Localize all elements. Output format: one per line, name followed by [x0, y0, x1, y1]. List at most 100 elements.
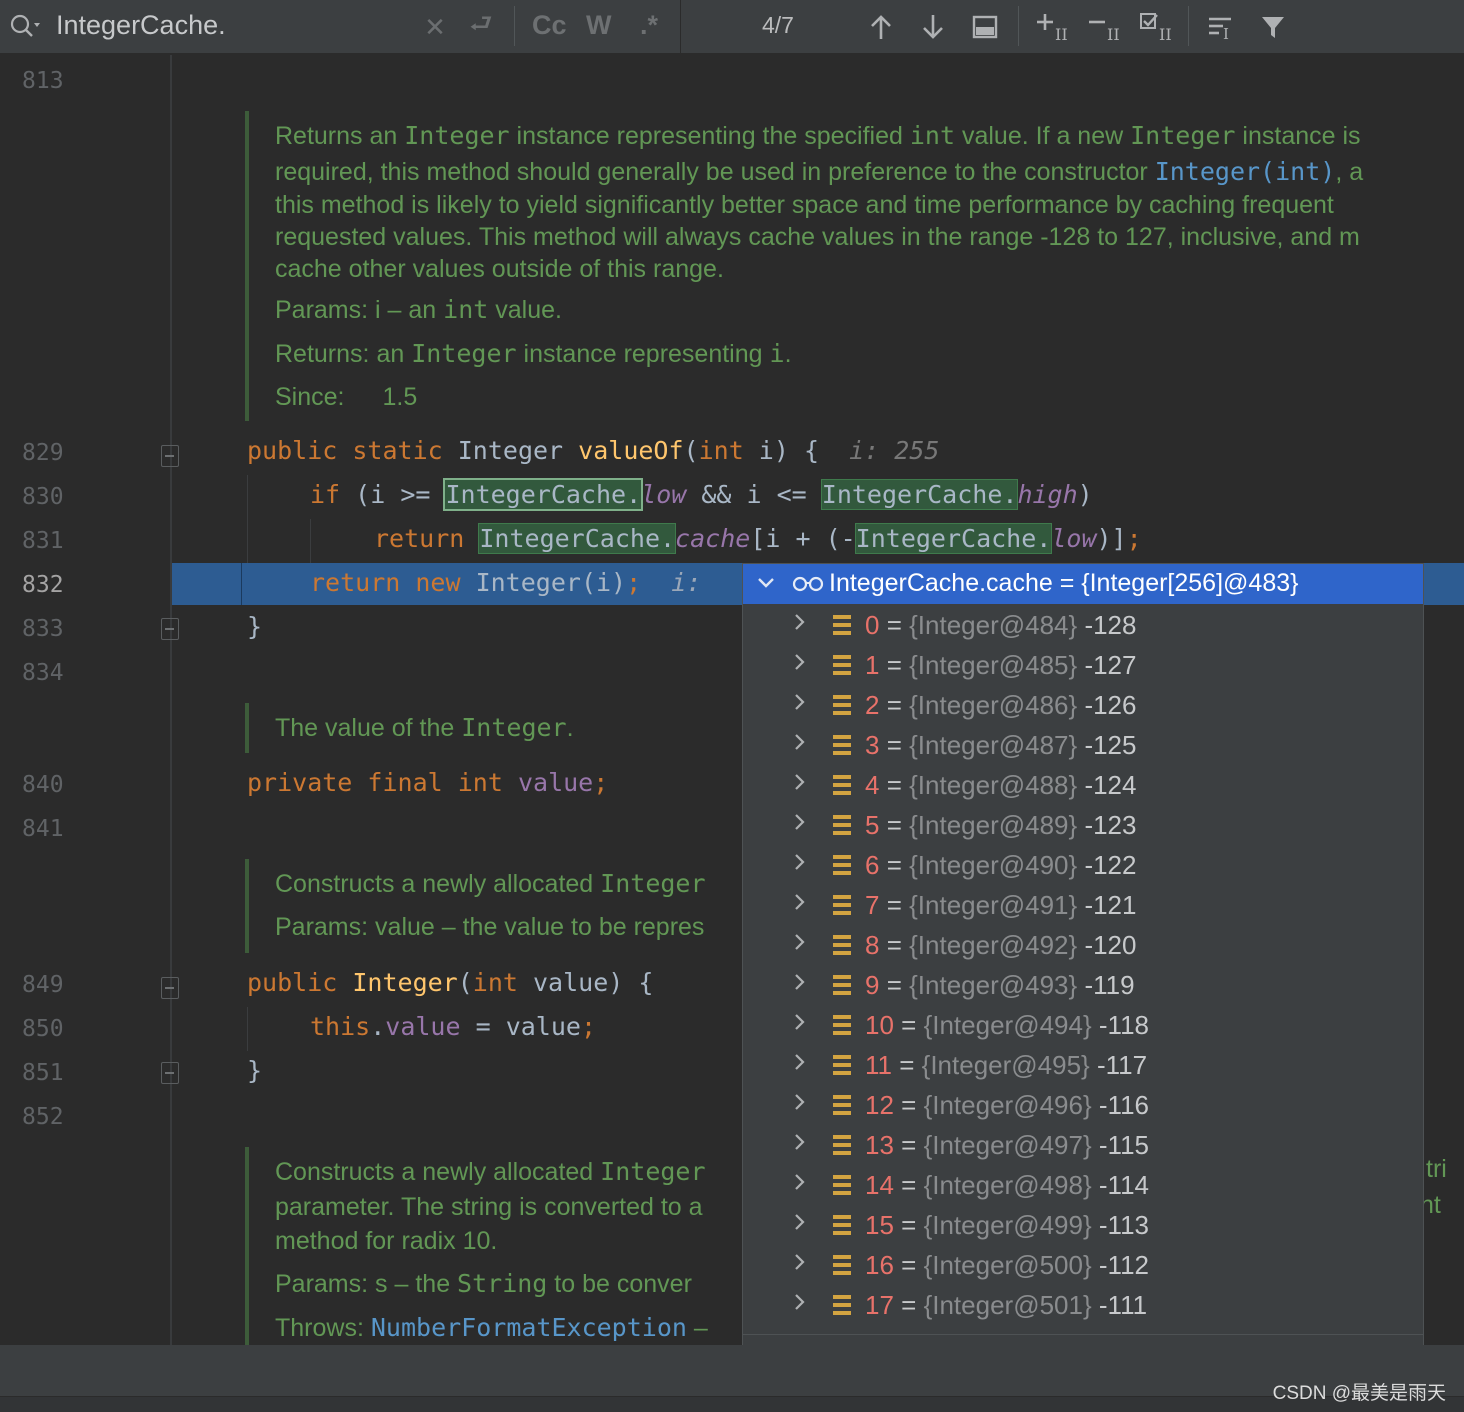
clear-icon[interactable]: ✕ — [416, 8, 454, 46]
variable-value: -121 — [1084, 890, 1137, 920]
variable-row[interactable]: 9 = {Integer@493} -119 — [743, 966, 1423, 1006]
code-line-850[interactable]: this.value = value; — [310, 1012, 596, 1041]
array-icon — [833, 1095, 851, 1115]
array-icon — [833, 615, 851, 635]
popup-header-row[interactable]: IntegerCache.cache = {Integer[256]@483} — [743, 564, 1423, 604]
variable-index: 3 — [865, 730, 880, 760]
variable-value: -124 — [1084, 770, 1137, 800]
words-toggle[interactable]: W — [586, 10, 611, 41]
line-number: 850 — [22, 1016, 64, 1042]
code-line-832[interactable]: return new Integer(i); i: — [310, 568, 701, 597]
variable-reference: {Integer@497} — [923, 1130, 1092, 1160]
next-occurrence-icon[interactable] — [914, 8, 952, 46]
array-icon — [833, 1015, 851, 1035]
variable-value: -118 — [1098, 1010, 1149, 1040]
javadoc-link[interactable]: NumberFormatException — [371, 1313, 687, 1342]
array-icon — [833, 775, 851, 795]
search-input[interactable]: IntegerCache. — [56, 10, 226, 41]
variable-text: 3 = {Integer@487} -125 — [865, 730, 1137, 760]
filter-icon[interactable] — [1254, 8, 1292, 46]
code-line-840[interactable]: private final int value; — [247, 768, 608, 797]
filter-settings-icon[interactable]: I — [1202, 8, 1240, 46]
variable-row[interactable]: 8 = {Integer@492} -120 — [743, 926, 1423, 966]
variable-row[interactable]: 15 = {Integer@499} -113 — [743, 1206, 1423, 1246]
expand-chevron-icon[interactable] — [793, 610, 807, 640]
variable-value: -125 — [1084, 730, 1137, 760]
expand-chevron-icon[interactable] — [793, 890, 807, 920]
line-number-current: 832 — [22, 572, 64, 598]
expand-chevron-icon[interactable] — [793, 730, 807, 760]
variable-row[interactable]: 7 = {Integer@491} -121 — [743, 886, 1423, 926]
code-line-831[interactable]: return IntegerCache.cache[i + (-IntegerC… — [374, 523, 1142, 554]
variable-row[interactable]: 13 = {Integer@497} -115 — [743, 1126, 1423, 1166]
variable-index: 8 — [865, 930, 880, 960]
code-line-849[interactable]: public Integer(int value) { — [247, 968, 653, 997]
variable-row[interactable]: 10 = {Integer@494} -118 — [743, 1006, 1423, 1046]
javadoc-line: method for radix 10. — [275, 1227, 498, 1255]
expand-chevron-icon[interactable] — [793, 1090, 807, 1120]
select-all-occurrences-icon[interactable]: II — [1138, 8, 1176, 46]
expand-chevron-icon[interactable] — [793, 970, 807, 1000]
popup-variable-list[interactable]: 0 = {Integer@484} -128 1 = {Integer@485} … — [743, 604, 1423, 1334]
inline-debug-value: i: — [671, 568, 702, 597]
inline-debug-value: i: 255 — [849, 436, 940, 465]
variable-row[interactable]: 6 = {Integer@490} -122 — [743, 846, 1423, 886]
add-selection-icon[interactable]: II — [1034, 8, 1072, 46]
variable-reference: {Integer@495} — [921, 1050, 1090, 1080]
code-line-829[interactable]: public static Integer valueOf(int i) { i… — [247, 436, 939, 465]
variable-row[interactable]: 2 = {Integer@486} -126 — [743, 686, 1423, 726]
array-icon — [833, 975, 851, 995]
javadoc-link[interactable]: Integer(int) — [1155, 157, 1336, 186]
variable-row[interactable]: 12 = {Integer@496} -116 — [743, 1086, 1423, 1126]
match-case-toggle[interactable]: Cc — [532, 10, 567, 41]
expand-chevron-icon[interactable] — [793, 650, 807, 680]
variable-index: 11 — [865, 1050, 892, 1080]
variable-row[interactable]: 14 = {Integer@498} -114 — [743, 1166, 1423, 1206]
collapse-chevron-icon[interactable] — [757, 570, 775, 602]
variable-row[interactable]: 17 = {Integer@501} -111 — [743, 1286, 1423, 1326]
code-line-851[interactable]: } — [247, 1056, 262, 1085]
regex-toggle[interactable]: .* — [640, 10, 658, 41]
variable-row[interactable]: 1 = {Integer@485} -127 — [743, 646, 1423, 686]
expand-chevron-icon[interactable] — [793, 690, 807, 720]
variable-index: 1 — [865, 650, 880, 680]
expand-chevron-icon[interactable] — [793, 930, 807, 960]
fold-marker-icon[interactable] — [161, 1062, 179, 1084]
line-number: 831 — [22, 528, 64, 554]
previous-occurrence-icon[interactable] — [862, 8, 900, 46]
expand-chevron-icon[interactable] — [793, 1130, 807, 1160]
variable-row[interactable]: 3 = {Integer@487} -125 — [743, 726, 1423, 766]
expand-chevron-icon[interactable] — [793, 770, 807, 800]
variable-row[interactable]: 4 = {Integer@488} -124 — [743, 766, 1423, 806]
code-line-830[interactable]: if (i >= IntegerCache.low && i <= Intege… — [310, 478, 1093, 511]
variable-index: 13 — [865, 1130, 894, 1160]
newline-icon[interactable]: ⮐ — [462, 8, 500, 46]
variable-row[interactable]: 5 = {Integer@489} -123 — [743, 806, 1423, 846]
fold-marker-icon[interactable] — [161, 618, 179, 640]
fold-marker-icon[interactable] — [161, 977, 179, 999]
javadoc-params: Params: s – the String to be conver — [275, 1269, 692, 1298]
expand-chevron-icon[interactable] — [793, 1170, 807, 1200]
remove-selection-icon[interactable]: II — [1086, 8, 1124, 46]
line-number: 841 — [22, 816, 64, 842]
expand-chevron-icon[interactable] — [793, 1050, 807, 1080]
variable-row[interactable]: 11 = {Integer@495} -117 — [743, 1046, 1423, 1086]
fold-marker-icon[interactable] — [161, 445, 179, 467]
line-number: 834 — [22, 660, 64, 686]
open-in-find-window-icon[interactable] — [966, 8, 1004, 46]
variable-reference: {Integer@498} — [923, 1170, 1092, 1200]
variable-index: 16 — [865, 1250, 894, 1280]
expand-chevron-icon[interactable] — [793, 1210, 807, 1240]
code-line-833[interactable]: } — [247, 612, 262, 641]
expand-chevron-icon[interactable] — [793, 810, 807, 840]
expand-chevron-icon[interactable] — [793, 1010, 807, 1040]
variable-row[interactable]: 0 = {Integer@484} -128 — [743, 606, 1423, 646]
expand-chevron-icon[interactable] — [793, 850, 807, 880]
debug-value-popup[interactable]: IntegerCache.cache = {Integer[256]@483} … — [742, 563, 1424, 1389]
expand-chevron-icon[interactable] — [793, 1290, 807, 1320]
expand-chevron-icon[interactable] — [793, 1250, 807, 1280]
variable-row[interactable]: 16 = {Integer@500} -112 — [743, 1246, 1423, 1286]
variable-text: 5 = {Integer@489} -123 — [865, 810, 1137, 840]
search-icon[interactable] — [6, 8, 44, 46]
variable-reference: {Integer@491} — [909, 890, 1078, 920]
